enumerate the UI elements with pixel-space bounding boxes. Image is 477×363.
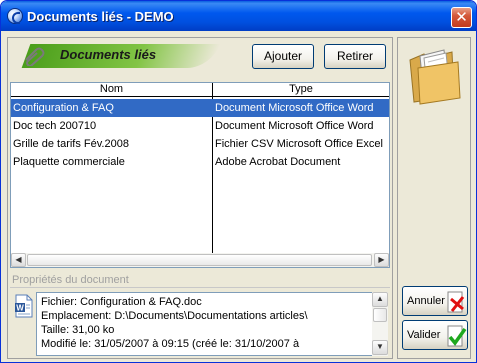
scroll-right-icon[interactable]: ▶ [374, 253, 389, 267]
row-type: Document Microsoft Office Word [215, 102, 374, 114]
vertical-scrollbar[interactable]: ▲ ▼ [372, 292, 388, 356]
row-name: Grille de tarifs Fév.2008 [13, 138, 129, 150]
row-type: Fichier CSV Microsoft Office Excel [215, 138, 383, 150]
scroll-left-icon[interactable]: ◀ [11, 253, 26, 267]
row-name: Plaquette commerciale [13, 156, 125, 168]
documents-dialog: Documents liés - DEMO ✕ Documents liés A… [0, 0, 477, 363]
document-properties: Propriétés du document W Fichier: Config… [10, 272, 390, 356]
row-type: Adobe Acrobat Document [215, 156, 341, 168]
app-icon [7, 8, 23, 24]
documents-table[interactable]: Nom Type Configuration & FAQ Document Mi… [10, 82, 390, 268]
properties-textbox[interactable]: Fichier: Configuration & FAQ.doc Emplace… [36, 292, 374, 356]
vertical-scroll-thumb[interactable] [373, 308, 387, 322]
property-file: Fichier: Configuration & FAQ.doc [41, 296, 202, 308]
scroll-up-icon[interactable]: ▲ [372, 292, 388, 307]
green-check-icon [447, 325, 467, 347]
cancel-label: Annuler [407, 295, 445, 307]
cancel-button[interactable]: Annuler [402, 286, 468, 316]
documents-panel: Documents liés Ajouter Retirer Nom Type … [7, 37, 393, 359]
property-size: Taille: 31,00 ko [41, 324, 115, 336]
row-name: Configuration & FAQ [13, 102, 114, 114]
table-row[interactable]: Configuration & FAQ Document Microsoft O… [11, 99, 389, 117]
properties-label: Propriétés du document [12, 274, 129, 286]
table-row[interactable]: Plaquette commerciale Adobe Acrobat Docu… [11, 153, 389, 171]
svg-text:W: W [16, 304, 24, 313]
properties-divider [10, 287, 390, 288]
scroll-down-icon[interactable]: ▼ [372, 340, 388, 355]
logo-text: Documents liés [60, 47, 157, 62]
row-type: Document Microsoft Office Word [215, 120, 374, 132]
horizontal-scroll-thumb[interactable] [27, 254, 372, 266]
actions-panel: Annuler Valider [397, 37, 471, 359]
window-title: Documents liés - DEMO [27, 9, 174, 24]
column-header-type[interactable]: Type [213, 83, 389, 97]
red-cancel-icon [447, 291, 465, 313]
ok-label: Valider [407, 329, 441, 341]
property-modified: Modifié le: 31/05/2007 à 09:15 (créé le:… [41, 338, 300, 350]
column-header-name[interactable]: Nom [11, 83, 213, 97]
close-button[interactable]: ✕ [451, 7, 472, 28]
folder-icon [409, 49, 461, 105]
table-header: Nom Type [11, 83, 389, 97]
property-location: Emplacement: D:\Documents\Documentations… [41, 310, 308, 322]
ok-button[interactable]: Valider [402, 320, 468, 350]
row-name: Doc tech 200710 [13, 120, 97, 132]
paperclip-icon [25, 47, 45, 66]
table-row[interactable]: Doc tech 200710 Document Microsoft Offic… [11, 117, 389, 135]
remove-button[interactable]: Retirer [324, 44, 386, 69]
add-button[interactable]: Ajouter [252, 44, 314, 69]
table-row[interactable]: Grille de tarifs Fév.2008 Fichier CSV Mi… [11, 135, 389, 153]
word-document-icon: W [15, 294, 33, 318]
logo: Documents liés [18, 42, 221, 70]
titlebar: Documents liés - DEMO ✕ [1, 1, 476, 31]
horizontal-scrollbar[interactable]: ◀ ▶ [11, 253, 389, 267]
